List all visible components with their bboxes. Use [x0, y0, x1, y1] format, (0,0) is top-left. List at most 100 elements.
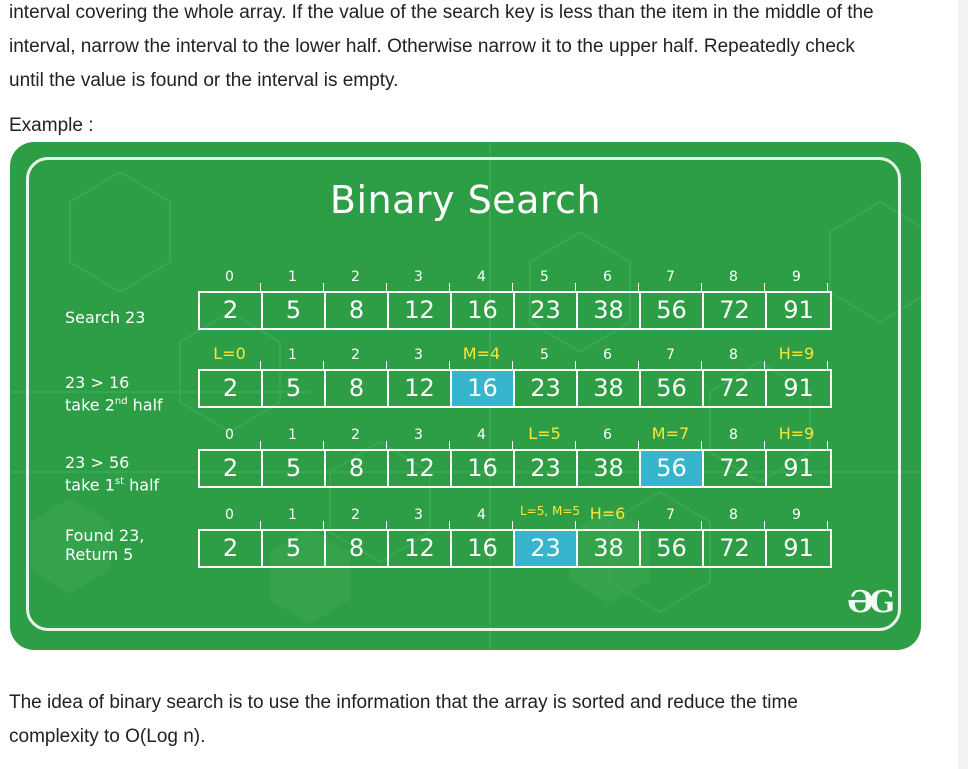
example-label: Example :: [9, 115, 94, 136]
step-1-label: Search 23: [65, 308, 145, 327]
index-tick: [827, 283, 828, 291]
array-box: 2 5 8 12 16 23 38 56 72 91: [198, 291, 832, 330]
index-label: 0: [225, 507, 234, 523]
intro-line-1: interval covering the whole array. If th…: [9, 2, 874, 23]
index-label: M=7: [651, 424, 690, 443]
array-cell: 56: [641, 293, 704, 328]
array-box: 2 5 8 12 16 23 38 56 72 91: [198, 449, 832, 488]
outro-line-2: complexity to O(Log n).: [9, 726, 206, 747]
index-label: 2: [351, 347, 360, 363]
index-label: 5: [540, 269, 549, 285]
step-3-label: 23 > 56 take 1st half: [65, 453, 159, 494]
array-cell-highlighted: 16: [452, 371, 515, 406]
index-label: L=0: [213, 344, 246, 363]
array-cell: 23: [515, 293, 578, 328]
array-cell: 38: [578, 451, 641, 486]
index-label: 8: [729, 269, 738, 285]
array-cell: 5: [263, 531, 326, 566]
binary-search-illustration: Binary Search Search 23 23 > 16 take 2nd…: [10, 142, 921, 650]
step-4-label-line-1: Found 23,: [65, 526, 145, 545]
array-cell: 72: [704, 451, 767, 486]
array-cell: 16: [452, 451, 515, 486]
index-label: 0: [225, 427, 234, 443]
array-cell: 23: [515, 451, 578, 486]
intro-line-2: interval, narrow the interval to the low…: [9, 36, 855, 57]
array-cell: 2: [200, 531, 263, 566]
array-cell: 91: [783, 454, 814, 482]
index-label: 3: [414, 347, 423, 363]
array-cell: 2: [200, 371, 263, 406]
array-box: 2 5 8 12 16 23 38 56 72 91: [198, 529, 832, 568]
array-cell: 38: [578, 531, 641, 566]
index-label: 5: [540, 347, 549, 363]
index-label: 8: [729, 347, 738, 363]
index-tick: [827, 521, 828, 529]
index-label: 8: [729, 507, 738, 523]
index-label: 2: [351, 507, 360, 523]
index-label: 1: [288, 507, 297, 523]
index-label: M=4: [462, 344, 501, 363]
index-label: 7: [666, 269, 675, 285]
index-label: 3: [414, 507, 423, 523]
step-2-label-line-2: take 2nd half: [65, 395, 163, 415]
index-label: 3: [414, 269, 423, 285]
step-3-label-line-2: take 1st half: [65, 475, 160, 495]
intro-paragraph: interval covering the whole array. If th…: [9, 0, 934, 98]
array-cell: 91: [783, 296, 814, 324]
array-cell: 72: [704, 371, 767, 406]
page: interval covering the whole array. If th…: [0, 0, 968, 769]
index-label: 8: [729, 427, 738, 443]
index-label: 2: [351, 427, 360, 443]
index-label: 4: [477, 269, 486, 285]
index-label: 1: [288, 269, 297, 285]
illustration-title: Binary Search: [329, 178, 602, 222]
index-label: 4: [477, 507, 486, 523]
index-label: 7: [666, 507, 675, 523]
gfg-logo: ƏG: [847, 585, 895, 620]
step-1-label-line: Search 23: [65, 308, 146, 327]
array-cell: 16: [452, 531, 515, 566]
array-cell: 72: [704, 531, 767, 566]
step-2-label: 23 > 16 take 2nd half: [65, 373, 163, 414]
index-label: H=6: [589, 504, 626, 523]
outro-paragraph: The idea of binary search is to use the …: [9, 686, 934, 754]
index-label: H=9: [778, 344, 815, 363]
array-cell-highlighted: 23: [515, 531, 578, 566]
array-box: 2 5 8 12 16 23 38 56 72 91: [198, 369, 832, 408]
array-cell: 2: [200, 451, 263, 486]
scrollbar-track[interactable]: [958, 0, 968, 769]
array-cell: 12: [389, 451, 452, 486]
index-tick: [827, 361, 828, 369]
array-cell: 5: [263, 451, 326, 486]
index-tick: [512, 521, 513, 529]
array-cell: 38: [578, 371, 641, 406]
array-cell: 5: [263, 371, 326, 406]
array-cell: 38: [578, 293, 641, 328]
index-label: L=5: [528, 424, 561, 443]
array-cell: 12: [389, 371, 452, 406]
index-label: 2: [351, 269, 360, 285]
array-cell: 2: [200, 293, 263, 328]
step-2-label-line-1: 23 > 16: [65, 373, 130, 392]
array-cell: 5: [263, 293, 326, 328]
index-label: 9: [792, 507, 801, 523]
array-cell: 12: [389, 531, 452, 566]
index-label: 6: [603, 427, 612, 443]
index-tick: [827, 441, 828, 449]
array-cell: 23: [515, 371, 578, 406]
array-cell: 8: [326, 531, 389, 566]
index-label: 1: [288, 347, 297, 363]
index-label: 3: [414, 427, 423, 443]
intro-line-3: until the value is found or the interval…: [9, 70, 399, 91]
index-label: 9: [792, 269, 801, 285]
array-cell: 8: [326, 293, 389, 328]
array-cell: 72: [704, 293, 767, 328]
array-cell: 12: [389, 293, 452, 328]
index-label: 6: [603, 269, 612, 285]
index-label: 4: [477, 427, 486, 443]
array-cell: 91: [783, 374, 814, 402]
index-label: 0: [225, 269, 234, 285]
index-label: 1: [288, 427, 297, 443]
array-cell-highlighted: 56: [641, 451, 704, 486]
index-label: H=9: [778, 424, 815, 443]
